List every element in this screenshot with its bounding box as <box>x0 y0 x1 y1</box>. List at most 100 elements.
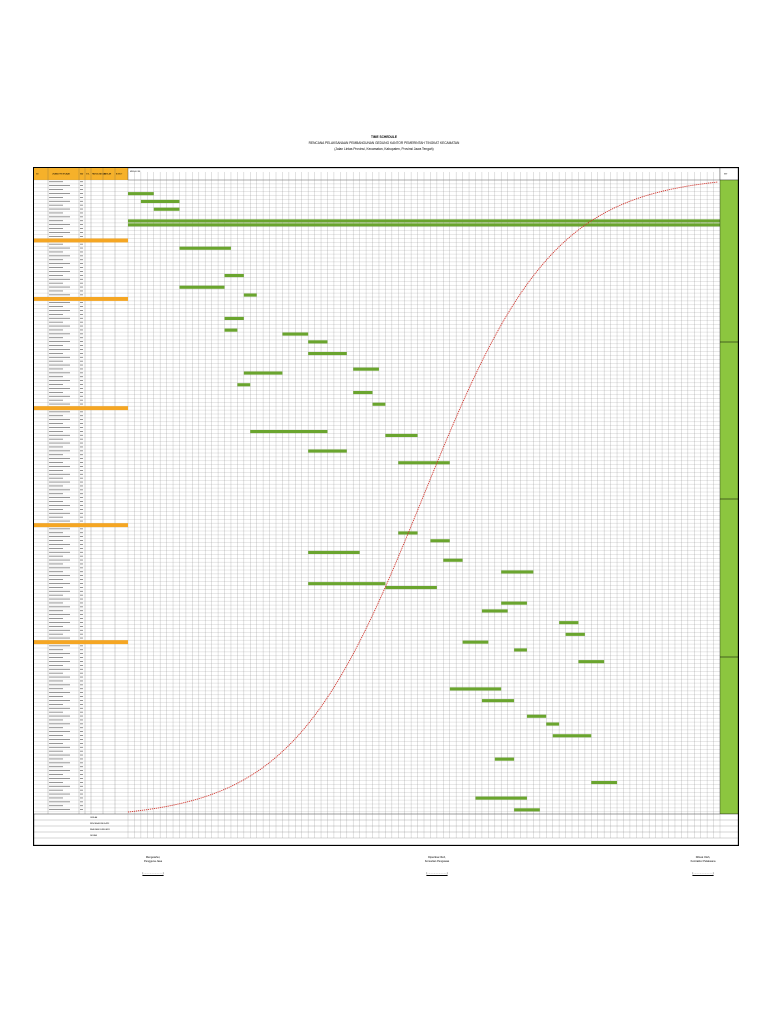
task-text <box>49 758 63 760</box>
task-unit <box>80 731 83 732</box>
task-unit <box>80 497 83 498</box>
task-unit <box>80 462 83 463</box>
task-unit <box>80 750 83 752</box>
gantt-bar <box>501 601 527 605</box>
gantt-bar <box>591 781 618 785</box>
task-text <box>49 520 70 522</box>
task-text <box>49 801 70 803</box>
task-text <box>49 423 63 424</box>
task-unit <box>80 310 83 311</box>
task-unit <box>80 306 83 307</box>
task-text <box>49 797 63 799</box>
gantt-bar <box>475 796 527 800</box>
task-text <box>49 337 63 339</box>
task-unit <box>80 688 83 690</box>
task-unit <box>80 200 83 202</box>
task-unit <box>80 739 83 740</box>
task-text <box>49 688 63 690</box>
task-unit <box>80 427 83 428</box>
task-text <box>49 259 63 261</box>
task-unit <box>80 271 83 272</box>
task-unit <box>80 294 83 296</box>
task-text <box>49 415 63 417</box>
gantt-bar <box>237 383 251 387</box>
task-unit <box>80 555 83 557</box>
task-unit <box>80 645 83 647</box>
header-label: JUMLAH <box>104 173 112 176</box>
task-text <box>49 512 70 514</box>
task-text <box>49 200 70 202</box>
gantt-bar <box>481 699 515 703</box>
task-unit <box>80 805 83 807</box>
gantt-bar <box>153 207 180 211</box>
task-text <box>49 212 63 214</box>
task-unit <box>80 692 83 693</box>
section-row <box>34 640 128 645</box>
task-unit <box>80 251 83 253</box>
task-unit <box>80 532 83 534</box>
gantt-bar <box>514 648 527 652</box>
gantt-bar <box>128 219 720 223</box>
task-text <box>49 661 70 662</box>
task-unit <box>80 224 83 225</box>
task-text <box>49 349 70 350</box>
task-text <box>49 220 63 222</box>
task-text <box>49 809 70 810</box>
task-unit <box>80 454 83 456</box>
task-unit <box>80 575 83 576</box>
task-unit <box>80 380 83 381</box>
task-text <box>49 419 70 420</box>
task-text <box>49 774 63 775</box>
task-unit <box>80 466 83 467</box>
task-text <box>49 360 63 362</box>
task-text <box>49 532 63 534</box>
task-unit <box>80 212 83 214</box>
task-unit <box>80 602 83 604</box>
task-unit <box>80 809 83 810</box>
header-label-weeks: MINGGU KE <box>130 171 141 173</box>
task-unit <box>80 723 83 725</box>
task-unit <box>80 255 83 257</box>
task-unit <box>80 423 83 424</box>
gantt-bar <box>565 632 585 636</box>
task-text <box>49 310 70 311</box>
task-unit <box>80 626 83 627</box>
task-unit <box>80 341 83 342</box>
task-unit <box>80 672 83 674</box>
task-text <box>49 438 63 440</box>
task-unit <box>80 243 83 245</box>
task-unit <box>80 477 83 479</box>
gantt-bar <box>578 660 605 664</box>
gantt-bar <box>308 352 347 356</box>
footer-label: DEVIASI <box>90 834 98 837</box>
task-unit <box>80 317 83 319</box>
task-unit <box>80 676 83 678</box>
task-text <box>49 493 63 495</box>
gantt-bar <box>552 734 592 738</box>
signature-supervisor-title: Konsultan Pengawas <box>424 859 450 863</box>
gantt-bar <box>398 461 450 465</box>
task-unit <box>80 583 83 584</box>
task-text <box>49 271 70 272</box>
task-unit <box>80 551 83 553</box>
task-text <box>49 746 70 748</box>
signature-supervisor-name: (...........................) <box>426 871 448 875</box>
task-unit <box>80 329 83 331</box>
task-text <box>49 715 70 717</box>
task-text <box>49 618 63 619</box>
task-unit <box>80 473 83 475</box>
gantt-bar <box>308 550 360 554</box>
task-text <box>49 302 70 303</box>
task-unit <box>80 684 83 686</box>
task-text <box>49 563 63 565</box>
task-text <box>49 395 70 397</box>
task-text <box>49 243 63 245</box>
task-text <box>49 434 70 436</box>
task-unit <box>80 399 83 401</box>
task-unit <box>80 189 83 190</box>
signature-supervisor: Diperiksa Oleh, Konsultan Pengawas (....… <box>377 856 497 875</box>
document-location: (Jalan Lintas Provinsi, Kecamatan, Kabup… <box>334 147 434 151</box>
section-row <box>34 523 128 528</box>
task-text <box>49 516 63 518</box>
task-text <box>49 555 63 557</box>
